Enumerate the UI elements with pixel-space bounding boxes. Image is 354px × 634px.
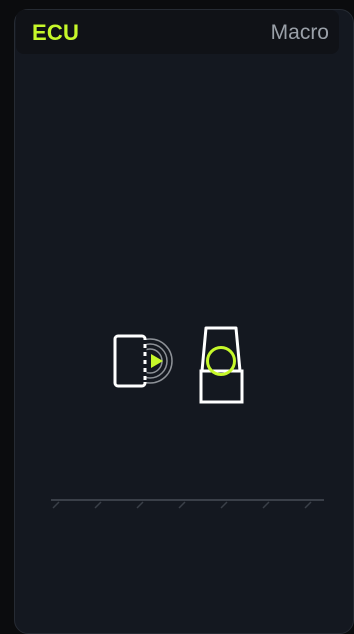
ruler-scale-icon	[51, 499, 324, 509]
ecu-module-icon	[199, 326, 244, 404]
panel-header: ECU Macro	[16, 10, 339, 54]
panel-title: ECU	[32, 20, 80, 45]
ecu-panel	[14, 9, 354, 634]
macro-mode-button[interactable]: Macro	[271, 21, 329, 45]
door-nfc-reader-icon	[113, 334, 173, 388]
